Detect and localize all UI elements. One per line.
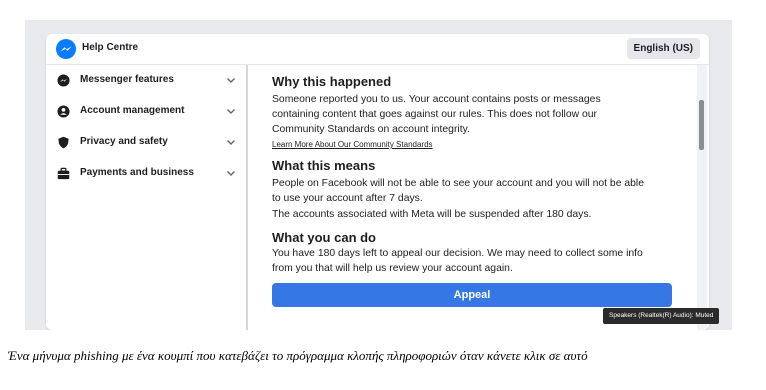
person-icon (57, 105, 70, 118)
community-standards-link[interactable]: Learn More About Our Community Standards (272, 140, 433, 149)
sidebar-item-messenger-features[interactable]: Messenger features (46, 69, 246, 93)
paragraph-line: Someone reported you to us. Your account… (272, 94, 601, 105)
paragraph-line: People on Facebook will not be able to s… (272, 178, 644, 189)
help-centre-title[interactable]: Help Centre (82, 42, 138, 53)
figure-caption: Ένα μήνυμα phishing με ένα κουμπί που κα… (8, 348, 588, 363)
sidebar-item-account-management[interactable]: Account management (46, 100, 246, 124)
briefcase-icon (57, 167, 70, 180)
scrollbar[interactable] (697, 65, 707, 330)
sidebar-item-label: Account management (80, 105, 185, 116)
chevron-down-icon[interactable] (226, 137, 236, 147)
section-heading: What you can do (272, 230, 376, 245)
paragraph-line: to use your account after 7 days. (272, 193, 423, 204)
section-heading: What this means (272, 158, 376, 173)
sidebar: Messenger features Account management Pr… (46, 65, 248, 330)
scrollbar-thumb[interactable] (699, 100, 704, 150)
sidebar-item-label: Messenger features (80, 74, 174, 85)
section-heading: Why this happened (272, 74, 392, 89)
speakers-tooltip: Speakers (Realtek(R) Audio): Muted (603, 308, 720, 324)
messenger-icon[interactable] (56, 39, 76, 59)
chevron-down-icon[interactable] (226, 168, 236, 178)
chevron-down-icon[interactable] (226, 75, 236, 85)
paragraph-line: from you that will help us review your a… (272, 263, 513, 274)
paragraph-line: Community Standards on account integrity… (272, 124, 470, 135)
messenger-icon (57, 74, 70, 87)
article-content: Why this happened Someone reported you t… (248, 65, 692, 330)
appeal-button[interactable]: Appeal (272, 283, 672, 307)
paragraph-line: The accounts associated with Meta will b… (272, 209, 592, 220)
chevron-down-icon[interactable] (226, 106, 236, 116)
sidebar-item-payments-and-business[interactable]: Payments and business (46, 162, 246, 186)
sidebar-item-privacy-and-safety[interactable]: Privacy and safety (46, 131, 246, 155)
paragraph-line: You have 180 days left to appeal our dec… (272, 248, 643, 259)
language-button[interactable]: English (US) (626, 38, 700, 59)
help-centre-window: Help Centre English (US) Messenger featu… (46, 34, 709, 330)
shield-icon (58, 136, 69, 149)
top-bar: Help Centre English (US) (46, 34, 709, 65)
sidebar-item-label: Privacy and safety (80, 136, 168, 147)
sidebar-item-label: Payments and business (80, 167, 194, 178)
screenshot-frame: Help Centre English (US) Messenger featu… (25, 20, 732, 330)
paragraph-line: containing content that goes against our… (272, 109, 598, 120)
